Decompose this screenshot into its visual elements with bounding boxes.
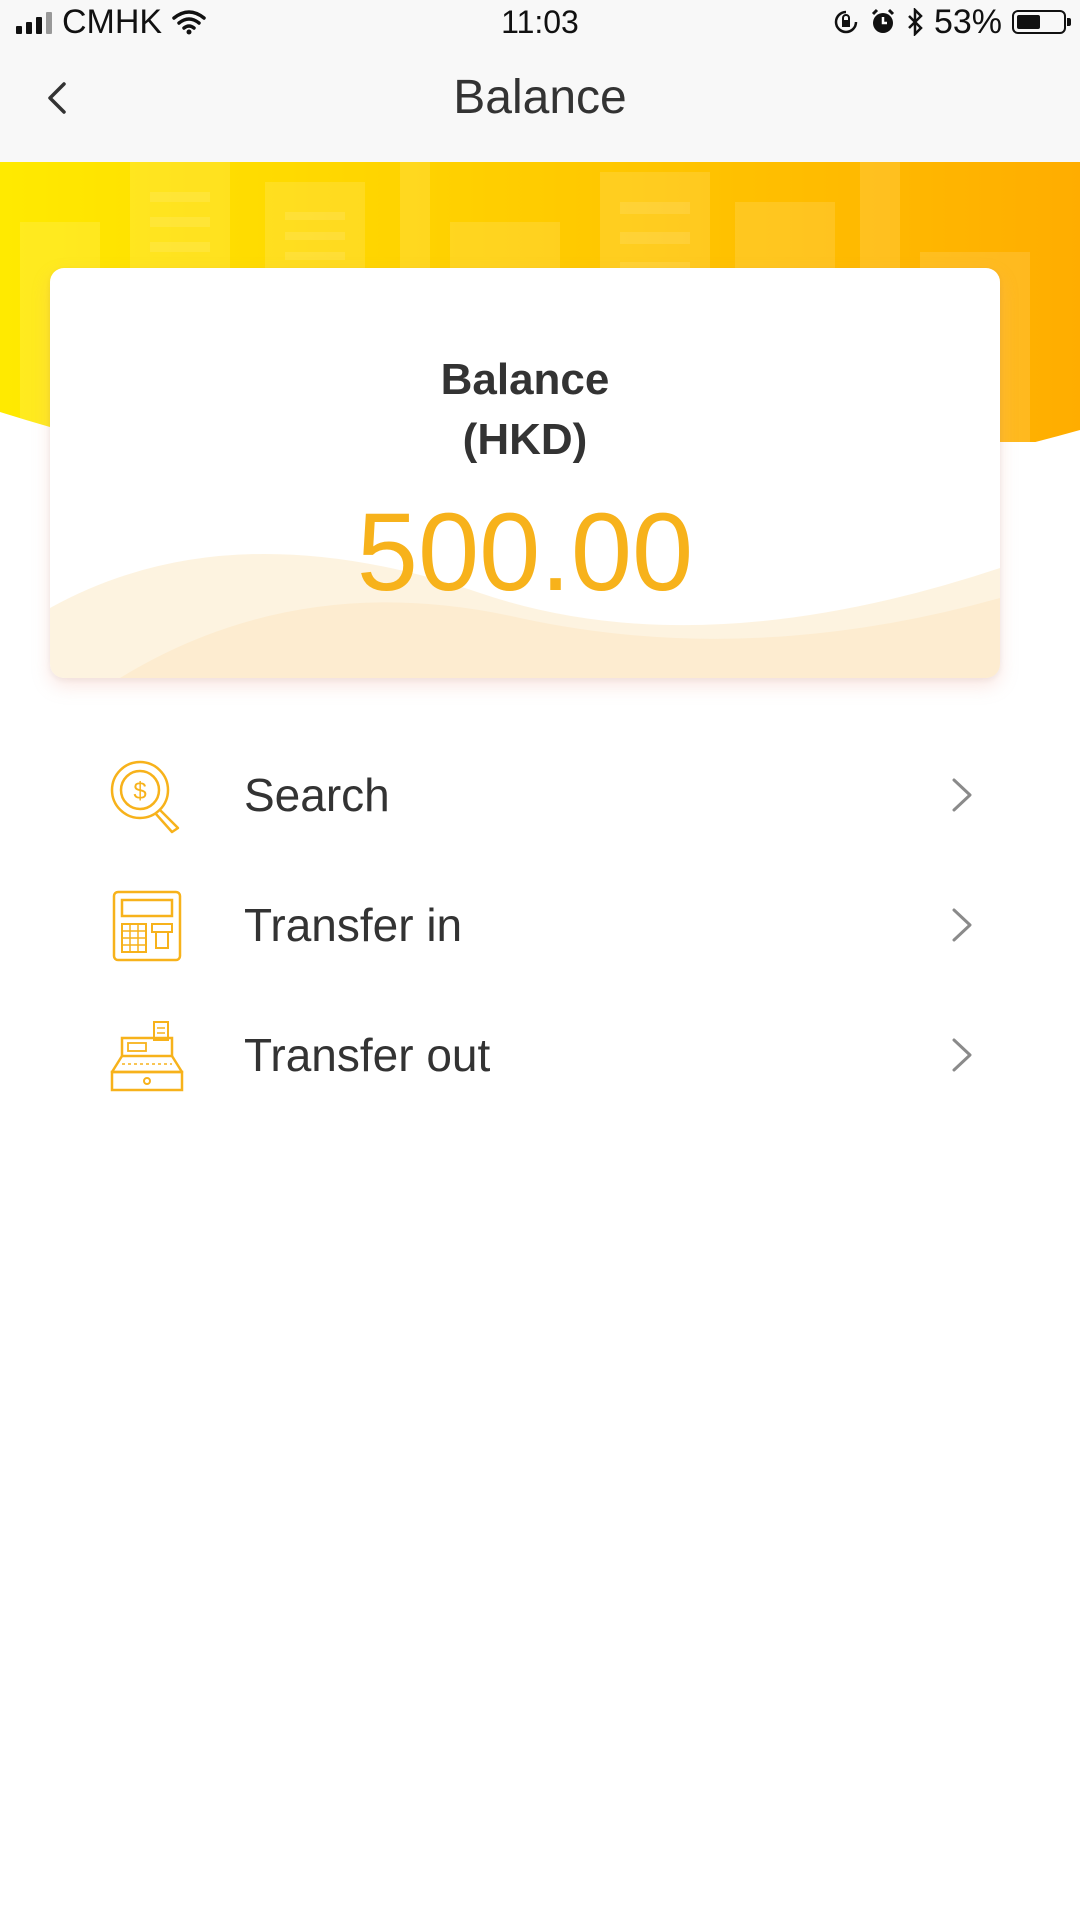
menu-item-transfer-in[interactable]: Transfer in [0,860,1080,990]
atm-calculator-icon [112,890,182,962]
balance-label: Balance [440,355,610,404]
chevron-right-icon [952,1038,972,1072]
menu-item-search[interactable]: $ Search [0,730,1080,860]
chevron-right-icon [952,908,972,942]
status-bar: CMHK 11:03 53% [0,0,1080,44]
money-search-icon: $ [110,760,180,834]
balance-amount: 500.00 [356,491,694,614]
battery-icon [1012,10,1071,34]
balance-card: Balance (HKD) 500.00 [50,268,1000,678]
balance-menu: $ Search Transfer in Transfer out [0,730,1080,1120]
page-title: Balance [453,71,627,124]
balance-currency: (HKD) [462,415,588,464]
cash-register-icon [110,1021,184,1092]
battery-fill [1017,15,1040,29]
menu-label-transfer-out: Transfer out [244,1029,491,1081]
nav-bar: Balance [0,44,1080,162]
chevron-right-icon [952,778,972,812]
menu-label-search: Search [244,769,390,821]
menu-item-transfer-out[interactable]: Transfer out [0,990,1080,1120]
status-time: 11:03 [501,4,579,40]
menu-label-transfer-in: Transfer in [244,899,463,951]
svg-text:$: $ [133,778,146,805]
